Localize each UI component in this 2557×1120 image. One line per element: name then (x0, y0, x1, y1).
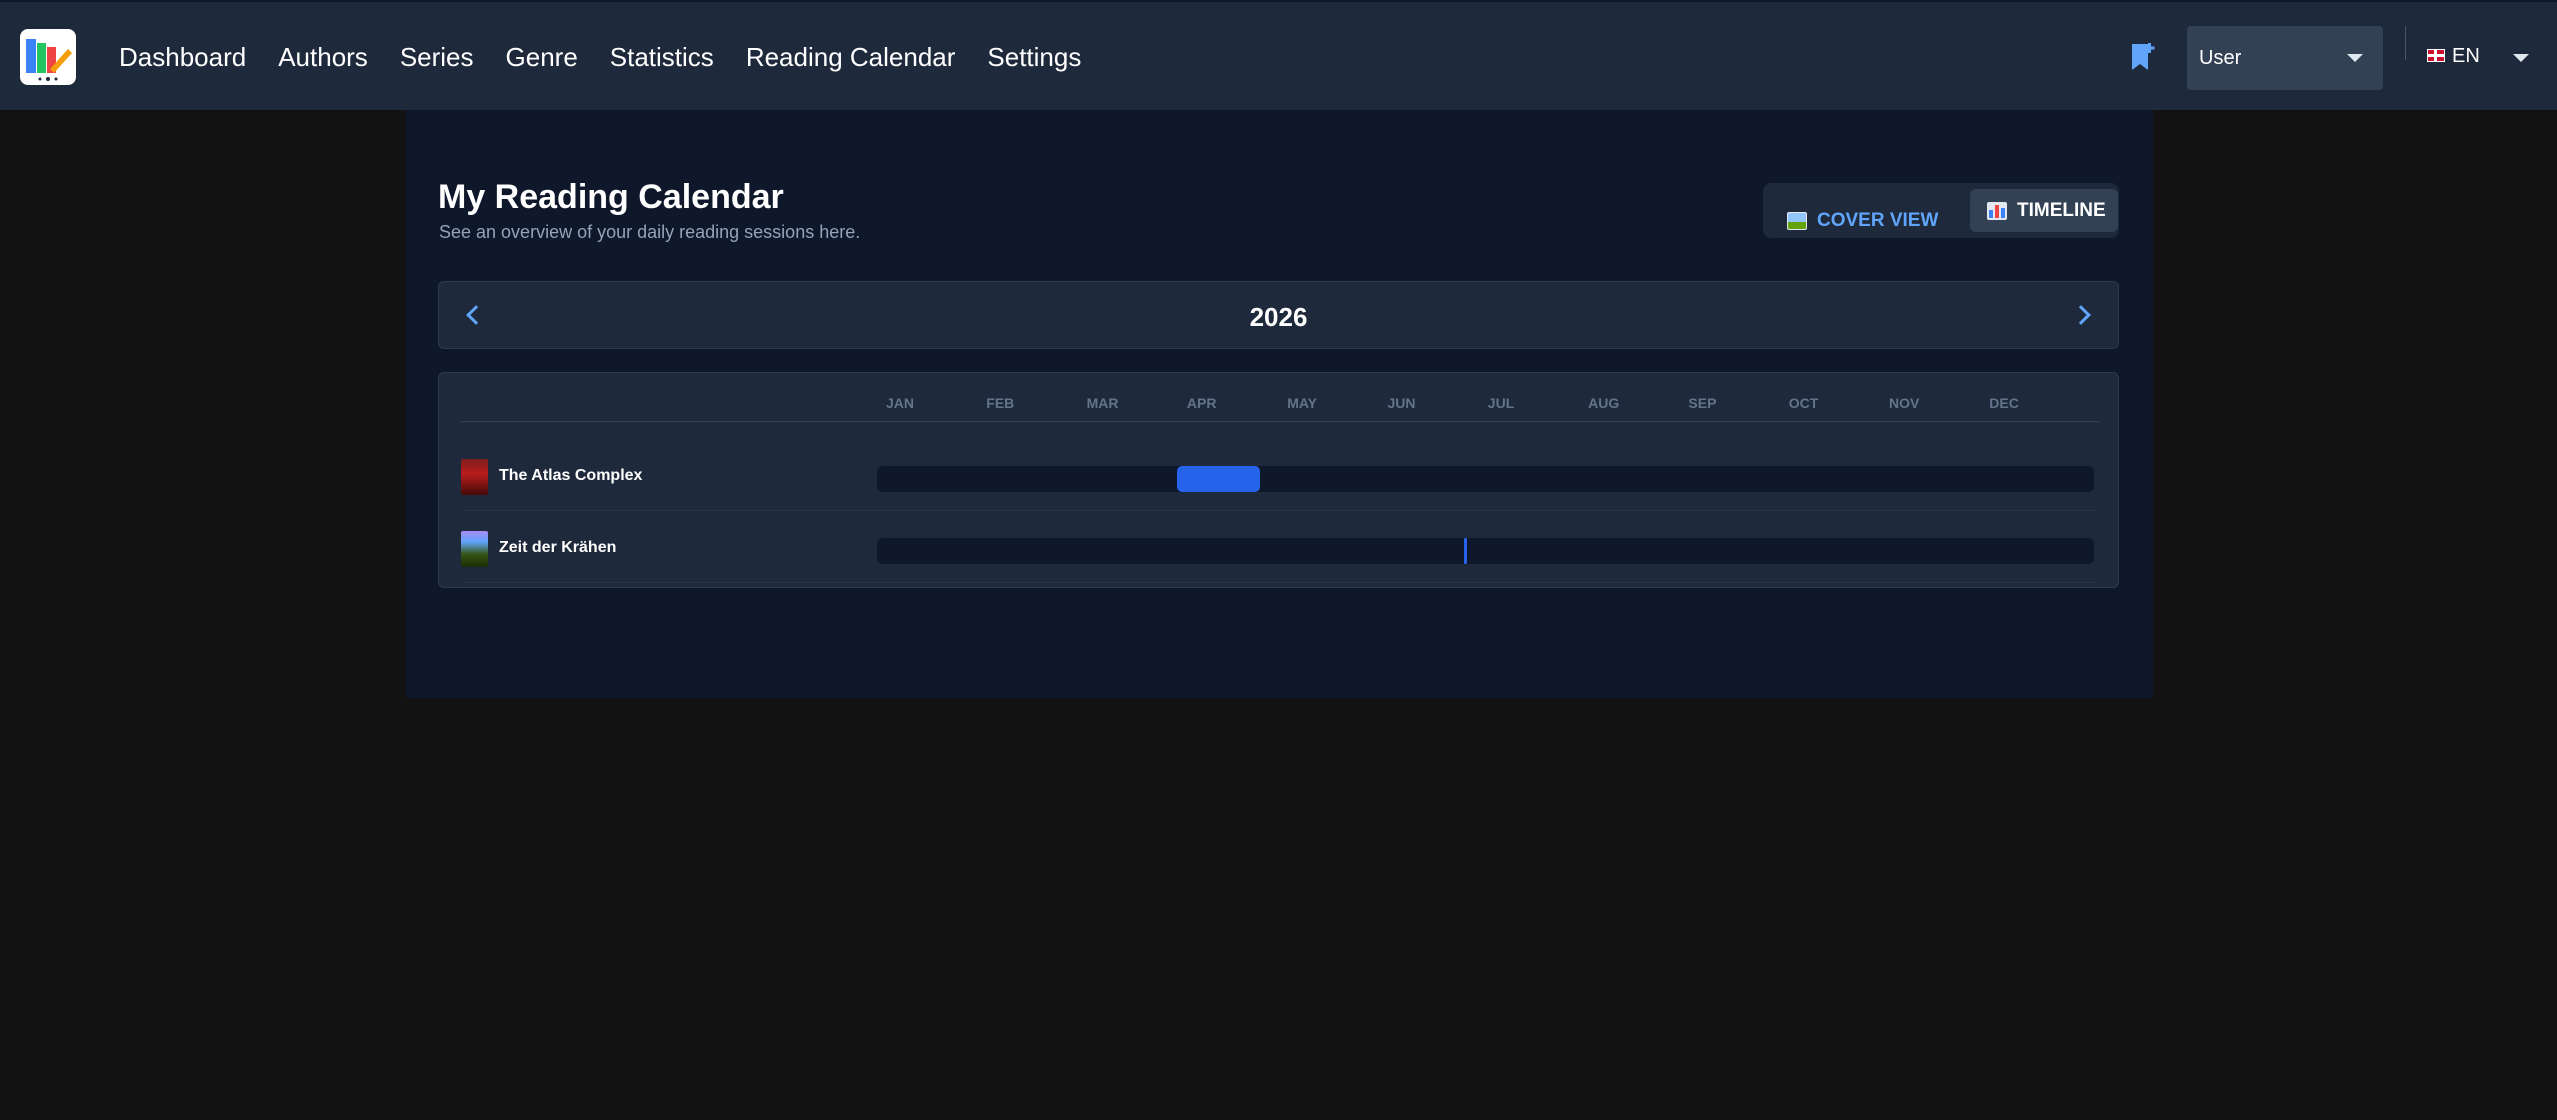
bookmark-plus-button[interactable] (2128, 40, 2158, 74)
timeline-label: TIMELINE (2017, 199, 2106, 221)
month-label: JUL (1487, 395, 1515, 411)
app-logo[interactable] (20, 29, 76, 85)
month-label: AUG (1588, 395, 1620, 411)
nav-authors[interactable]: Authors (278, 42, 368, 73)
caret-down-icon (2513, 54, 2529, 62)
month-header: JAN FEB MAR APR MAY JUN JUL AUG SEP OCT NOV DEC (461, 373, 2099, 422)
bar-chart-icon (1987, 201, 2007, 220)
book-cover[interactable] (461, 531, 488, 567)
current-year: 2026 (1249, 302, 1308, 332)
page-title: My Reading Calendar (438, 178, 784, 216)
nav-series[interactable]: Series (400, 42, 474, 73)
month-label: SEP (1688, 395, 1717, 411)
language-code: EN (2452, 45, 2480, 67)
timeline-card: JAN FEB MAR APR MAY JUN JUL AUG SEP OCT NOV DEC The… (438, 372, 2119, 588)
cover-view-button[interactable]: COVER VIEW (1771, 203, 1951, 239)
cover-view-label: COVER VIEW (1817, 210, 1939, 231)
nav-statistics[interactable]: Statistics (610, 42, 714, 73)
page-subtitle: See an overview of your daily reading se… (439, 222, 861, 242)
timeline-track (877, 466, 2094, 492)
user-select-value: User (2199, 47, 2242, 69)
logo-icon (26, 39, 72, 81)
month-label: APR (1186, 395, 1217, 411)
month-label: JAN (886, 395, 915, 411)
timeline-row[interactable]: The Atlas Complex (461, 439, 2099, 511)
top-app-bar: Dashboard Authors Series Genre Statistic… (0, 0, 2557, 110)
nav-genre[interactable]: Genre (506, 42, 578, 73)
month-label: MAR (1086, 395, 1119, 411)
month-label: MAY (1287, 395, 1318, 411)
timeline-button[interactable]: TIMELINE (1970, 189, 2118, 232)
month-label: OCT (1788, 395, 1819, 411)
timeline-row[interactable]: Zeit der Krähen (461, 511, 2099, 583)
header-divider (2405, 26, 2406, 60)
language-select[interactable]: EN (2425, 32, 2535, 82)
book-title[interactable]: Zeit der Krähen (499, 539, 616, 557)
main-nav: Dashboard Authors Series Genre Statistic… (119, 2, 1113, 112)
month-label: DEC (1989, 395, 2019, 411)
reading-period-bar[interactable] (1177, 466, 1261, 492)
book-title[interactable]: The Atlas Complex (499, 467, 642, 485)
user-select[interactable]: User (2187, 26, 2383, 90)
nav-reading-calendar[interactable]: Reading Calendar (746, 42, 956, 73)
view-toggle: COVER VIEW TIMELINE (1763, 183, 2119, 238)
caret-down-icon (2347, 54, 2363, 62)
year-navigator: 2026 (438, 281, 2119, 349)
bookmark-plus-icon (2132, 43, 2155, 70)
reading-period-bar[interactable] (1463, 538, 1467, 564)
month-label: NOV (1889, 395, 1920, 411)
nav-dashboard[interactable]: Dashboard (119, 42, 246, 73)
nav-settings[interactable]: Settings (987, 42, 1081, 73)
month-label: FEB (986, 395, 1015, 411)
picture-icon (1787, 212, 1807, 230)
book-cover[interactable] (461, 459, 488, 495)
month-label: JUN (1387, 395, 1416, 411)
uk-flag-icon (2427, 49, 2445, 62)
main-content: My Reading Calendar See an overview of y… (406, 110, 2153, 698)
timeline-track (877, 538, 2094, 564)
